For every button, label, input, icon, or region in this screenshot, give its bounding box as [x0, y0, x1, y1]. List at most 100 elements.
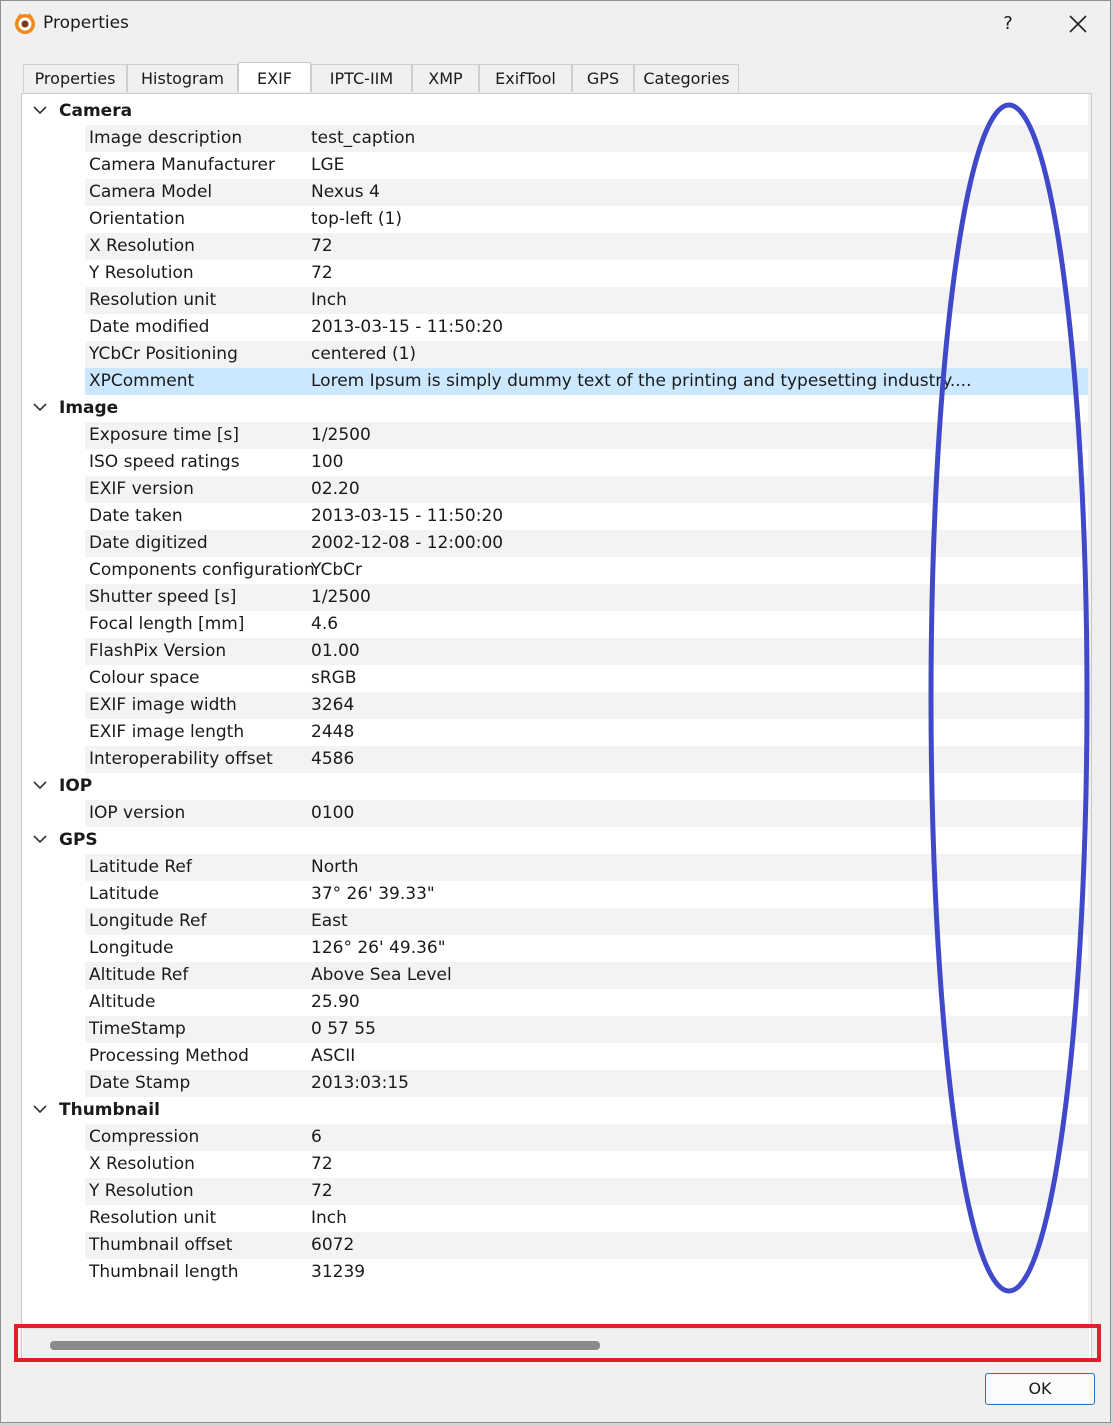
property-name: XPComment — [89, 371, 195, 391]
group-label: Image — [59, 398, 119, 418]
table-row[interactable]: FlashPix Version 01.00 — [85, 638, 1089, 665]
group-label: Camera — [59, 101, 133, 121]
table-row[interactable]: Exposure time [s] 1/2500 — [85, 422, 1089, 449]
table-row[interactable]: Date Stamp 2013:03:15 — [85, 1070, 1089, 1097]
tab-properties[interactable]: Properties — [23, 64, 127, 92]
table-row[interactable]: X Resolution 72 — [85, 1151, 1089, 1178]
table-row[interactable]: Camera Manufacturer LGE — [85, 152, 1089, 179]
tab-iptc-iim[interactable]: IPTC-IIM — [311, 64, 412, 92]
tab-categories[interactable]: Categories — [634, 64, 739, 92]
property-name: Altitude — [89, 992, 156, 1012]
table-row[interactable]: Orientation top-left (1) — [85, 206, 1089, 233]
help-button[interactable]: ? — [991, 7, 1025, 41]
property-value: Inch — [311, 290, 347, 310]
table-row[interactable]: Components configuration YCbCr — [85, 557, 1089, 584]
table-row[interactable]: X Resolution 72 — [85, 233, 1089, 260]
app-logo-icon — [15, 13, 35, 34]
property-name: Image description — [89, 128, 243, 148]
group-iop[interactable]: IOP — [22, 773, 1089, 800]
vertical-scrollbar[interactable] — [1088, 94, 1091, 1328]
table-row[interactable]: ISO speed ratings 100 — [85, 449, 1089, 476]
table-row[interactable]: Image description test_caption — [85, 125, 1089, 152]
table-row[interactable]: Date modified 2013-03-15 - 11:50:20 — [85, 314, 1089, 341]
chevron-down-icon[interactable] — [32, 829, 48, 849]
tab-exiftool[interactable]: ExifTool — [479, 64, 572, 92]
property-value: 1/2500 — [311, 587, 371, 607]
property-name: Colour space — [89, 668, 200, 688]
property-name: Interoperability offset — [89, 749, 273, 769]
table-row[interactable]: Latitude 37° 26' 39.33" — [85, 881, 1089, 908]
chevron-down-icon[interactable] — [32, 775, 48, 795]
table-row[interactable]: Thumbnail length 31239 — [85, 1259, 1089, 1286]
property-name: Date Stamp — [89, 1073, 191, 1093]
close-button[interactable] — [1061, 7, 1095, 41]
table-row[interactable]: Focal length [mm] 4.6 — [85, 611, 1089, 638]
chevron-down-icon[interactable] — [32, 1099, 48, 1119]
tab-exif[interactable]: EXIF — [238, 62, 311, 92]
table-row[interactable]: Interoperability offset 4586 — [85, 746, 1089, 773]
table-row[interactable]: Thumbnail offset 6072 — [85, 1232, 1089, 1259]
group-label: IOP — [59, 776, 93, 796]
table-row[interactable]: Longitude Ref East — [85, 908, 1089, 935]
ok-button[interactable]: OK — [985, 1373, 1095, 1405]
property-value: 126° 26' 49.36" — [311, 938, 446, 958]
property-name: Compression — [89, 1127, 200, 1147]
property-name: TimeStamp — [89, 1019, 186, 1039]
table-row[interactable]: Date taken 2013-03-15 - 11:50:20 — [85, 503, 1089, 530]
table-row[interactable]: Longitude 126° 26' 49.36" — [85, 935, 1089, 962]
property-value: top-left (1) — [311, 209, 403, 229]
property-value: 72 — [311, 1154, 333, 1174]
property-value: East — [311, 911, 348, 931]
table-row[interactable]: EXIF image width 3264 — [85, 692, 1089, 719]
horizontal-scrollbar[interactable] — [23, 1328, 1089, 1358]
table-row[interactable]: Latitude Ref North — [85, 854, 1089, 881]
property-name: Camera Model — [89, 182, 213, 202]
group-image[interactable]: Image — [22, 395, 1089, 422]
group-thumbnail[interactable]: Thumbnail — [22, 1097, 1089, 1124]
property-value: 2013-03-15 - 11:50:20 — [311, 317, 504, 337]
table-row[interactable]: Colour space sRGB — [85, 665, 1089, 692]
property-name: Shutter speed [s] — [89, 587, 237, 607]
property-value: 100 — [311, 452, 344, 472]
table-row[interactable]: Processing Method ASCII — [85, 1043, 1089, 1070]
property-value: 6 — [311, 1127, 322, 1147]
table-row[interactable]: TimeStamp 0 57 55 — [85, 1016, 1089, 1043]
table-row[interactable]: EXIF version 02.20 — [85, 476, 1089, 503]
tab-histogram[interactable]: Histogram — [127, 64, 238, 92]
table-row[interactable]: Y Resolution 72 — [85, 1178, 1089, 1205]
property-name: Components configuration — [89, 560, 315, 580]
tab-xmp[interactable]: XMP — [412, 64, 479, 92]
table-row[interactable]: Camera Model Nexus 4 — [85, 179, 1089, 206]
horizontal-scrollbar-thumb[interactable] — [50, 1341, 600, 1350]
property-value: 2002-12-08 - 12:00:00 — [311, 533, 504, 553]
table-row[interactable]: Y Resolution 72 — [85, 260, 1089, 287]
chevron-down-icon[interactable] — [32, 397, 48, 417]
table-row[interactable]: Shutter speed [s] 1/2500 — [85, 584, 1089, 611]
group-gps[interactable]: GPS — [22, 827, 1089, 854]
property-value: Above Sea Level — [311, 965, 452, 985]
property-name: Altitude Ref — [89, 965, 189, 985]
table-row[interactable]: Date digitized 2002-12-08 - 12:00:00 — [85, 530, 1089, 557]
property-value: 72 — [311, 236, 333, 256]
table-row[interactable]: Compression 6 — [85, 1124, 1089, 1151]
table-row[interactable]: Resolution unit Inch — [85, 287, 1089, 314]
group-label: Thumbnail — [59, 1100, 160, 1120]
table-row[interactable]: Altitude Ref Above Sea Level — [85, 962, 1089, 989]
property-name: EXIF image length — [89, 722, 245, 742]
table-row[interactable]: IOP version 0100 — [85, 800, 1089, 827]
table-row[interactable]: EXIF image length 2448 — [85, 719, 1089, 746]
table-row[interactable]: YCbCr Positioning centered (1) — [85, 341, 1089, 368]
group-label: GPS — [59, 830, 98, 850]
table-row[interactable]: Resolution unit Inch — [85, 1205, 1089, 1232]
property-name: FlashPix Version — [89, 641, 227, 661]
table-row[interactable]: Altitude 25.90 — [85, 989, 1089, 1016]
tab-gps[interactable]: GPS — [572, 64, 634, 92]
group-camera[interactable]: Camera — [22, 98, 1089, 125]
property-value: LGE — [311, 155, 345, 175]
chevron-down-icon[interactable] — [32, 100, 48, 120]
table-row[interactable]: XPComment Lorem Ipsum is simply dummy tex… — [85, 368, 1089, 395]
property-value: 01.00 — [311, 641, 360, 661]
property-value: 72 — [311, 1181, 333, 1201]
title-bar: Properties ? — [1, 1, 1110, 47]
property-value: Inch — [311, 1208, 347, 1228]
